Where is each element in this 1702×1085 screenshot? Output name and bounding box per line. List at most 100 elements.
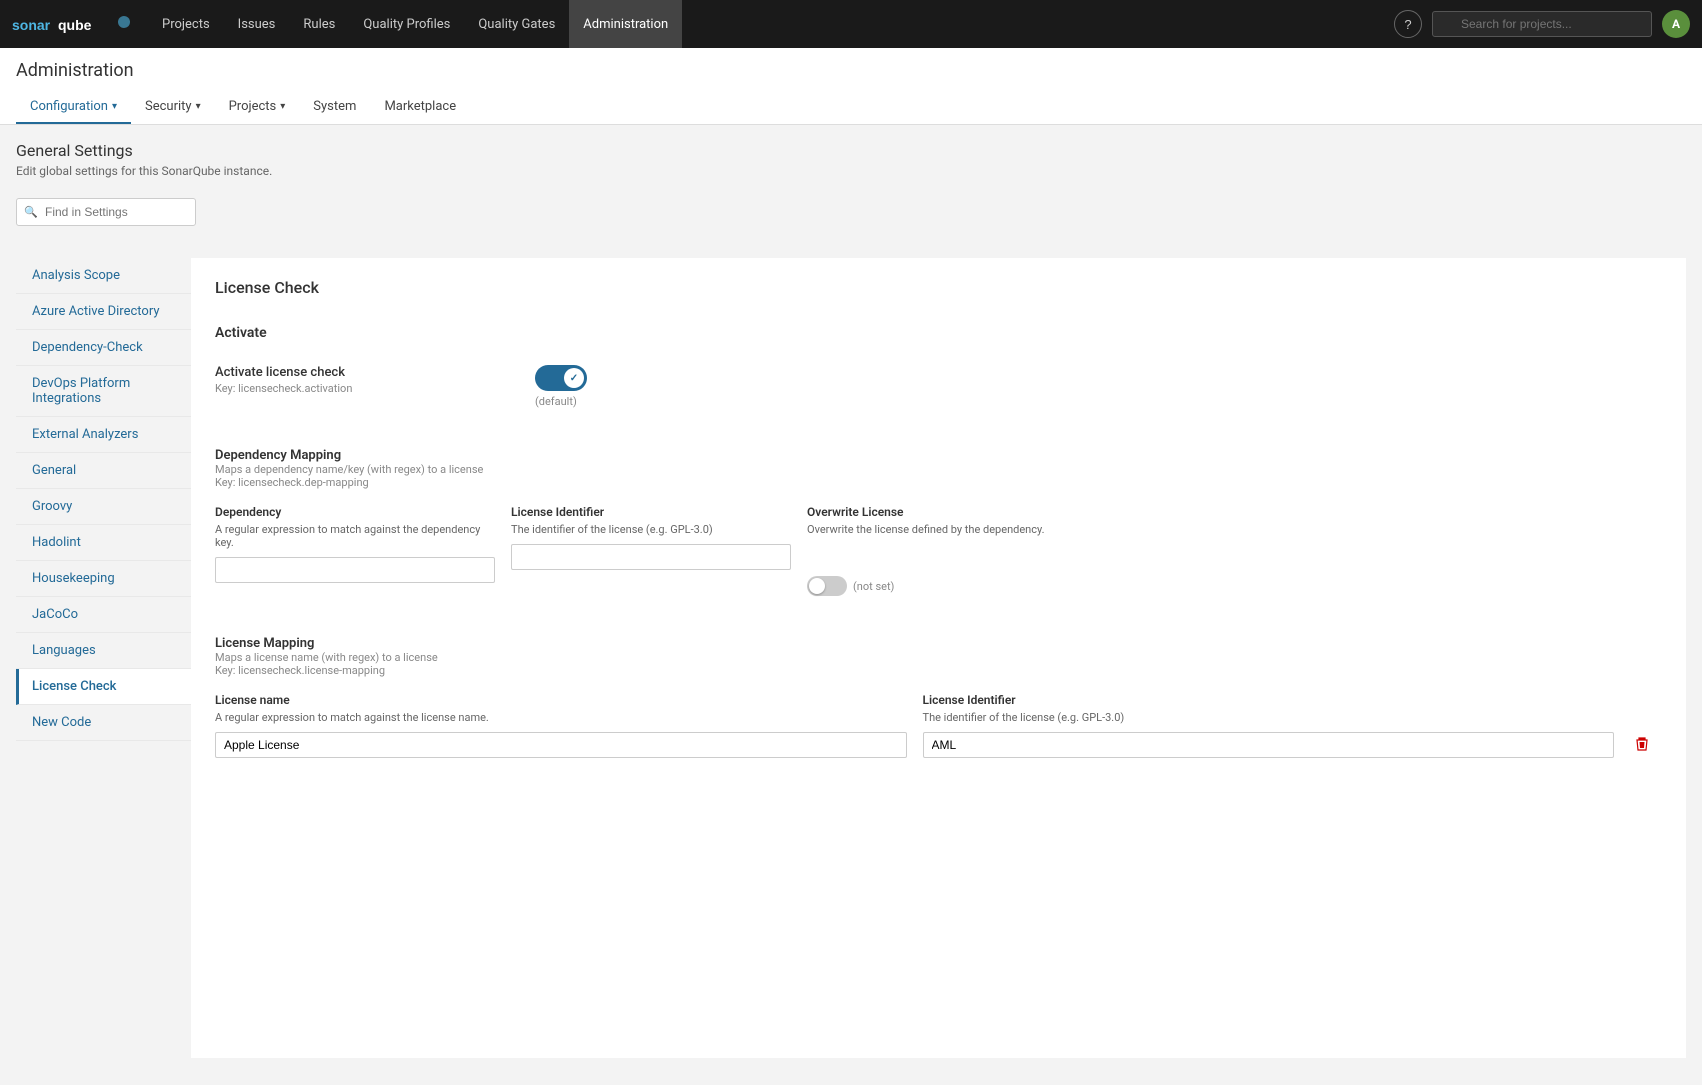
sub-nav-security[interactable]: Security ▾ [131,91,215,124]
search-wrapper: 🔍 [1432,11,1652,37]
license-name-col-header: License name [215,693,907,707]
dependency-col-desc: A regular expression to match against th… [215,523,495,549]
sidebar-item-external-analyzers[interactable]: External Analyzers [16,417,191,453]
main-content: License Check Activate Activate license … [191,258,1686,1058]
dependency-input[interactable] [215,557,495,583]
license-name-column: License name A regular expression to mat… [215,693,907,758]
sidebar-item-new-code[interactable]: New Code [16,705,191,741]
overwrite-license-column: Overwrite License Overwrite the license … [807,505,1662,596]
sidebar-item-general[interactable]: General [16,453,191,489]
sidebar-item-languages[interactable]: Languages [16,633,191,669]
checkmark-icon: ✓ [570,373,578,384]
nav-rules[interactable]: Rules [289,0,349,48]
license-map-key: Key: licensecheck.license-mapping [215,664,1662,677]
overwrite-col-header: Overwrite License [807,505,1662,519]
chevron-down-icon: ▾ [280,101,285,112]
page-header: Administration Configuration ▾ Security … [0,48,1702,125]
license-identifier-col-header: License Identifier [511,505,791,519]
overwrite-col-desc: Overwrite the license defined by the dep… [807,523,1662,536]
license-identifier-mapping-column: License Identifier The identifier of the… [923,693,1615,758]
nav-projects[interactable]: Projects [148,0,224,48]
sidebar-item-analysis-scope[interactable]: Analysis Scope [16,258,191,294]
sidebar: Analysis Scope Azure Active Directory De… [16,258,191,1058]
toggle-knob: ✓ [564,368,584,388]
trash-icon [1634,736,1650,752]
find-settings-icon: 🔍 [24,206,38,219]
dependency-col-header: Dependency [215,505,495,519]
delete-license-mapping-button[interactable] [1630,732,1654,756]
toggle-default-label: (default) [535,395,577,408]
sub-nav-marketplace[interactable]: Marketplace [370,91,470,124]
sidebar-item-hadolint[interactable]: Hadolint [16,525,191,561]
activate-toggle[interactable]: ✓ [535,365,587,391]
nav-items: Projects Issues Rules Quality Profiles Q… [148,0,1394,48]
license-map-desc: Maps a license name (with regex) to a li… [215,651,1662,664]
activate-toggle-wrapper: ✓ (default) [535,365,1662,408]
dep-map-title: Dependency Mapping [215,448,1662,463]
settings-search-area: 🔍 [0,190,1702,242]
license-id-mapping-col-desc: The identifier of the license (e.g. GPL-… [923,711,1615,724]
license-map-header: License Mapping Maps a license name (wit… [215,636,1662,677]
nav-quality-profiles[interactable]: Quality Profiles [349,0,464,48]
general-settings-subtitle: Edit global settings for this SonarQube … [16,164,1686,178]
logo[interactable]: sonar qube [12,10,132,38]
sub-navigation: Configuration ▾ Security ▾ Projects ▾ Sy… [16,91,1686,124]
activate-control: ✓ (default) [535,365,1662,408]
sidebar-item-dependency-check[interactable]: Dependency-Check [16,330,191,366]
dependency-column: Dependency A regular expression to match… [215,505,495,596]
license-identifier-input[interactable] [511,544,791,570]
chevron-down-icon: ▾ [112,101,117,112]
find-settings-input[interactable] [16,198,196,226]
chevron-down-icon: ▾ [196,101,201,112]
nav-issues[interactable]: Issues [224,0,290,48]
avatar[interactable]: A [1662,10,1690,38]
license-map-title: License Mapping [215,636,1662,651]
overwrite-toggle[interactable] [807,576,847,596]
content-title: License Check [215,278,1662,305]
nav-right: ? 🔍 A [1394,10,1690,38]
search-input[interactable] [1432,11,1652,37]
nav-administration[interactable]: Administration [569,0,682,48]
dep-map-key: Key: licensecheck.dep-mapping [215,476,1662,489]
small-toggle-knob [809,578,825,594]
sidebar-item-azure-active-directory[interactable]: Azure Active Directory [16,294,191,330]
sub-nav-projects[interactable]: Projects ▾ [215,91,300,124]
dep-map-desc: Maps a dependency name/key (with regex) … [215,463,1662,476]
page-title: Administration [16,60,1686,81]
license-name-input[interactable] [215,732,907,758]
nav-quality-gates[interactable]: Quality Gates [464,0,569,48]
overwrite-toggle-cell: (not set) [807,544,1662,596]
license-identifier-column: License Identifier The identifier of the… [511,505,791,596]
dependency-mapping-group: Dependency Mapping Maps a dependency nam… [215,448,1662,596]
svg-text:sonar: sonar [12,17,51,33]
license-name-col-desc: A regular expression to match against th… [215,711,907,724]
not-set-label: (not set) [853,580,894,593]
help-button[interactable]: ? [1394,10,1422,38]
license-map-grid: License name A regular expression to mat… [215,693,1662,758]
general-settings-title: General Settings [16,141,1686,160]
delete-cell [1630,732,1662,758]
license-mapping-group: License Mapping Maps a license name (wit… [215,636,1662,758]
license-id-mapping-input[interactable] [923,732,1615,758]
license-id-mapping-col-header: License Identifier [923,693,1615,707]
activate-label-area: Activate license check Key: licensecheck… [215,365,535,395]
svg-text:qube: qube [58,17,92,33]
sub-nav-configuration[interactable]: Configuration ▾ [16,91,131,124]
activate-key: Key: licensecheck.activation [215,382,535,395]
sub-nav-system[interactable]: System [299,91,370,124]
sidebar-item-jacoco[interactable]: JaCoCo [16,597,191,633]
dep-map-grid: Dependency A regular expression to match… [215,505,1662,596]
activate-group-title: Activate [215,325,1662,349]
content-wrapper: Analysis Scope Azure Active Directory De… [0,242,1702,1074]
find-settings-wrapper: 🔍 [16,198,196,226]
license-identifier-col-desc: The identifier of the license (e.g. GPL-… [511,523,791,536]
sidebar-item-housekeeping[interactable]: Housekeeping [16,561,191,597]
sidebar-item-groovy[interactable]: Groovy [16,489,191,525]
dep-map-header: Dependency Mapping Maps a dependency nam… [215,448,1662,489]
activate-group: Activate Activate license check Key: lic… [215,325,1662,408]
sidebar-item-license-check[interactable]: License Check [16,669,191,705]
sidebar-item-devops-platform[interactable]: DevOps Platform Integrations [16,366,191,417]
general-settings-header: General Settings Edit global settings fo… [0,125,1702,190]
activate-label: Activate license check [215,365,535,380]
top-navigation: sonar qube Projects Issues Rules Quality… [0,0,1702,48]
